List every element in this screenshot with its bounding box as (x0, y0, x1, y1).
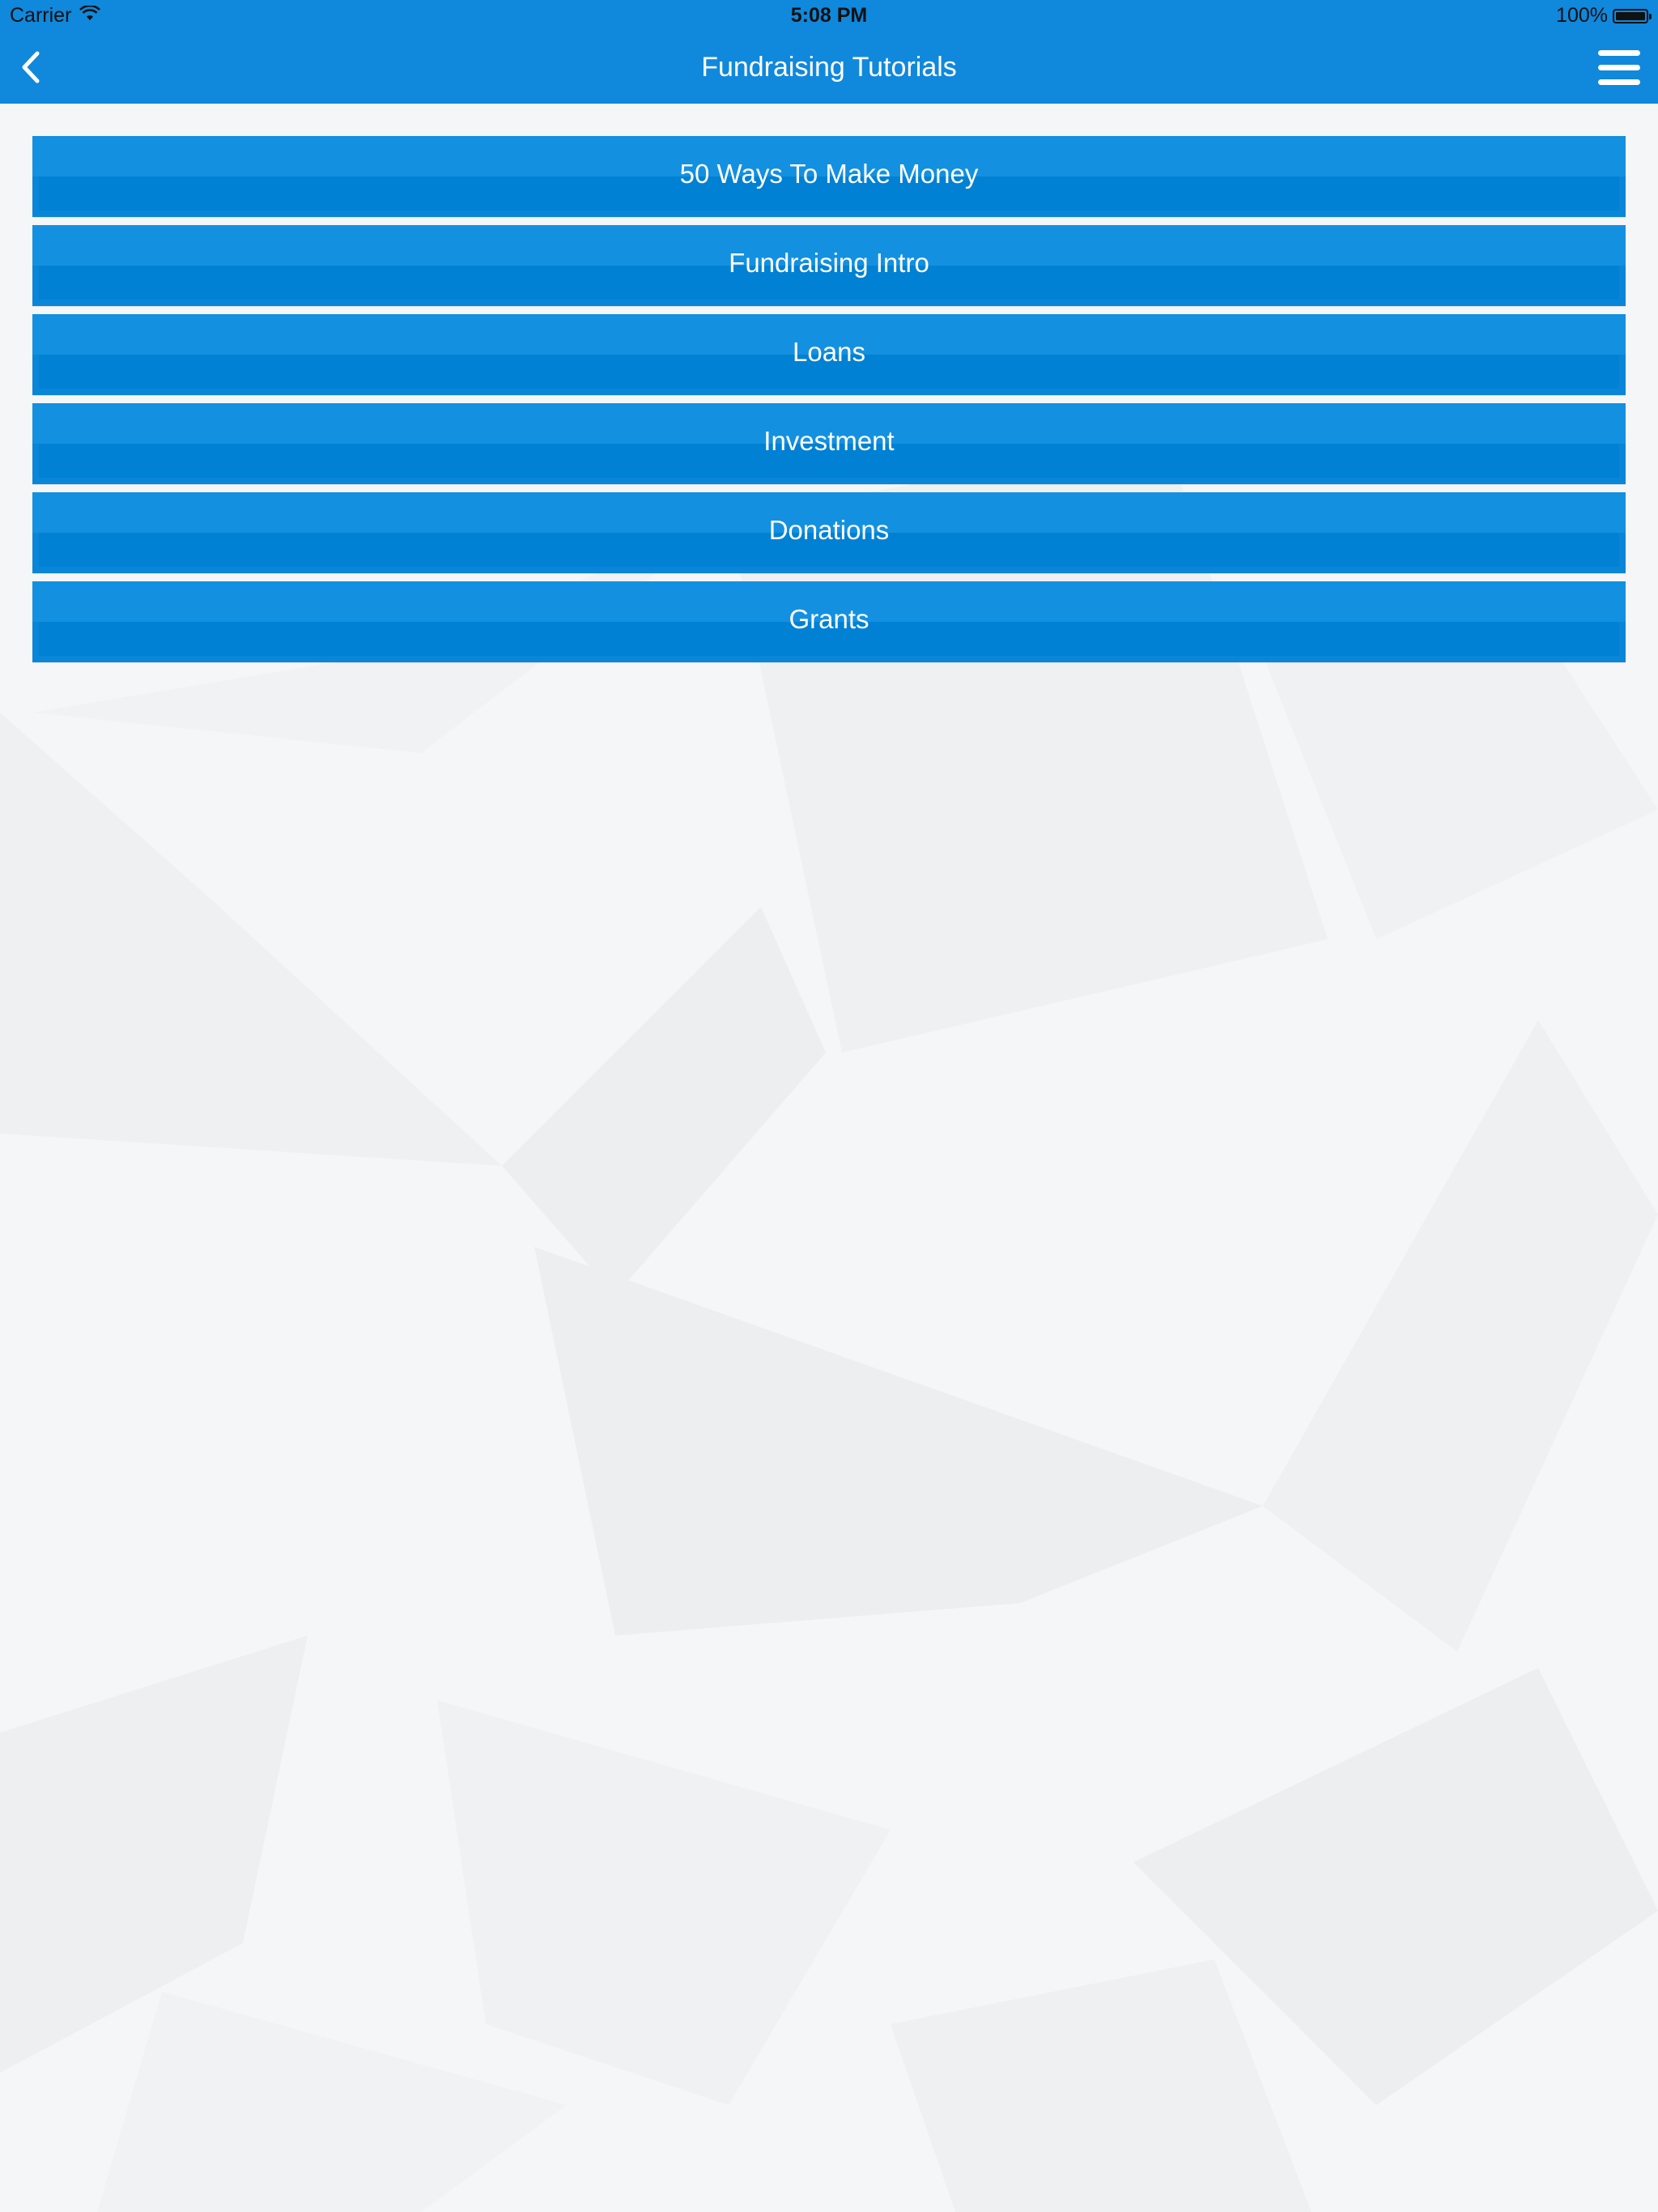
button-edge (32, 390, 1626, 395)
navigation-bar: Fundraising Tutorials (0, 32, 1658, 104)
menu-item-50-ways-to-make-money[interactable]: 50 Ways To Make Money (32, 136, 1626, 217)
battery-percent: 100% (1556, 4, 1608, 27)
status-time: 5:08 PM (790, 4, 868, 27)
menu-item-investment[interactable]: Investment (32, 403, 1626, 484)
menu-item-label: Donations (768, 515, 890, 545)
menu-item-label: Grants (789, 604, 869, 634)
battery-icon (1613, 8, 1652, 23)
menu-item-loans[interactable]: Loans (32, 314, 1626, 395)
tutorial-menu-list: 50 Ways To Make Money Fundraising Intro … (32, 136, 1626, 670)
menu-item-label: Investment (763, 426, 895, 456)
menu-item-donations[interactable]: Donations (32, 492, 1626, 573)
battery-status: 100% (1556, 4, 1652, 28)
menu-item-grants[interactable]: Grants (32, 581, 1626, 662)
menu-item-label: Loans (793, 337, 865, 367)
page-title: Fundraising Tutorials (701, 52, 957, 83)
button-edge (32, 212, 1626, 217)
battery-fill (1616, 11, 1645, 20)
hamburger-menu-icon (1598, 50, 1640, 85)
app-screen: Carrier 5:08 PM 100% Fundraising Tutoria… (0, 0, 1658, 2212)
button-edge (32, 568, 1626, 573)
menu-item-label: 50 Ways To Make Money (679, 159, 979, 189)
button-edge (32, 479, 1626, 484)
button-edge (32, 301, 1626, 306)
button-edge (32, 657, 1626, 662)
menu-button[interactable] (1595, 44, 1643, 92)
menu-item-fundraising-intro[interactable]: Fundraising Intro (32, 225, 1626, 306)
status-bar: Carrier 5:08 PM 100% (0, 0, 1658, 32)
menu-item-label: Fundraising Intro (729, 248, 929, 278)
